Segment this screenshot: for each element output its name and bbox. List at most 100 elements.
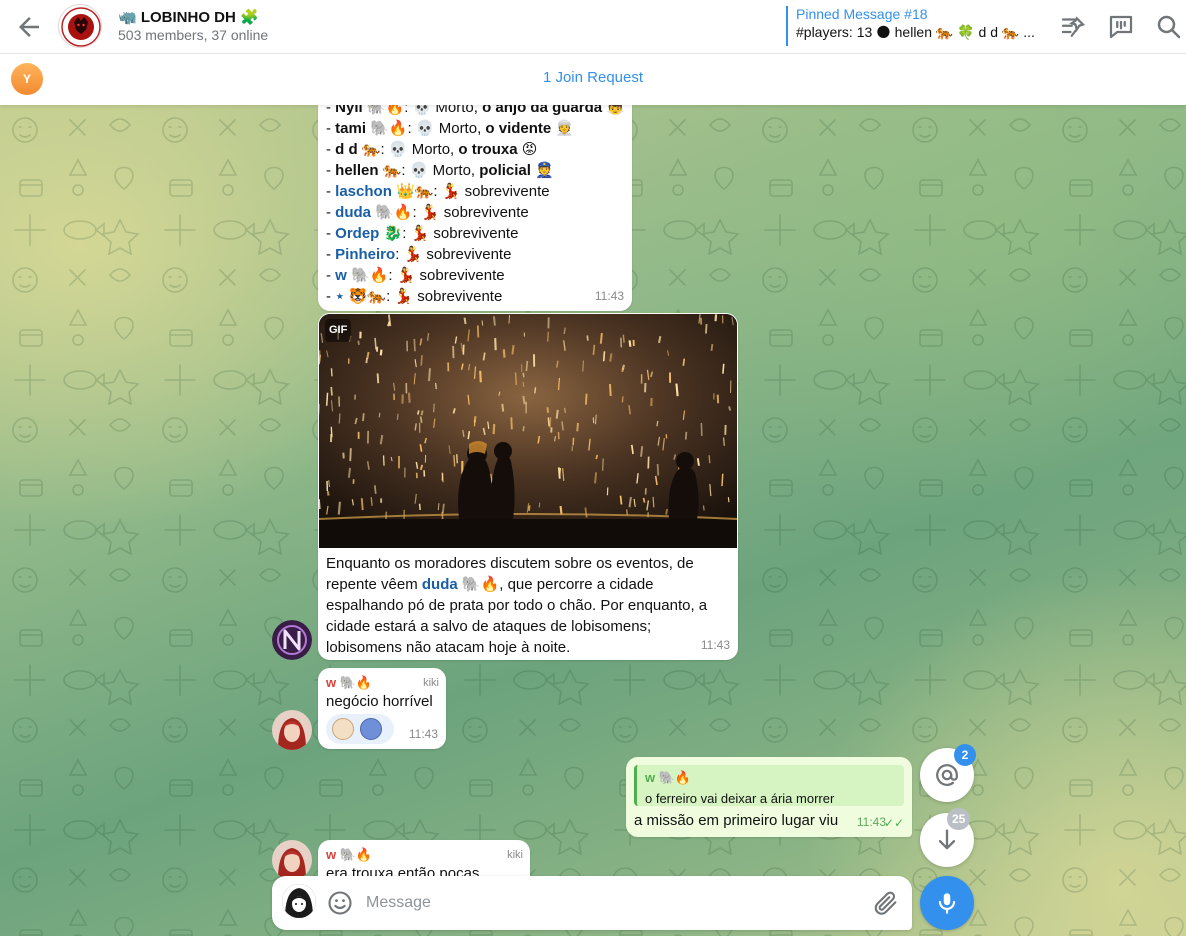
player-status: : 💃 sobrevivente <box>386 288 503 305</box>
spark <box>522 381 525 387</box>
member-count: 503 members, 37 online <box>118 27 269 43</box>
spark <box>455 454 459 464</box>
chat-history[interactable]: - Nyli 🐘🔥: 💀 Morto, o anjo da guarda 👼 - … <box>0 105 1186 936</box>
spark <box>675 383 679 397</box>
spark <box>723 437 725 446</box>
player-name[interactable]: Ordep <box>335 225 379 242</box>
spark <box>508 314 511 324</box>
user-avatar[interactable] <box>272 840 312 880</box>
spark <box>555 409 559 419</box>
spark <box>418 503 421 510</box>
user-avatar[interactable] <box>272 710 312 750</box>
spark <box>379 434 384 445</box>
gif-caption: Enquanto os moradores discutem sobre os … <box>326 553 730 658</box>
player-line: - tami 🐘🔥: 💀 Morto, o vidente 👳 <box>326 118 624 139</box>
player-name[interactable]: w <box>335 267 347 284</box>
player-role: o trouxa <box>458 141 518 158</box>
sender-name[interactable]: w 🐘🔥 <box>326 844 372 865</box>
spark <box>534 387 537 394</box>
send-as-avatar[interactable] <box>282 884 316 918</box>
paperclip-icon[interactable] <box>872 889 900 917</box>
bot-avatar[interactable] <box>272 620 312 660</box>
gif-message[interactable]: GIF Enquanto os moradores discutem sobre… <box>318 313 738 660</box>
chat-header: 🦏 LOBINHO DH 🧩 503 members, 37 online Pi… <box>0 0 1186 54</box>
reply-text: o ferreiro vai deixar a ária morrer <box>645 791 835 806</box>
player-emojis: 🐘🔥 <box>346 267 389 284</box>
caption-mention[interactable]: duda <box>422 576 458 593</box>
message-composer <box>272 876 912 930</box>
spark <box>510 417 513 430</box>
player-emojis: 🐘🔥 <box>362 105 405 116</box>
spark <box>463 317 467 325</box>
spark <box>656 463 660 476</box>
reply-sender: w 🐘🔥 <box>645 770 692 785</box>
user-message[interactable]: w 🐘🔥 kiki negócio horrível 11:43 <box>318 668 446 749</box>
spark <box>722 363 725 374</box>
spark <box>563 407 567 414</box>
sender-name[interactable]: w 🐘🔥 <box>326 672 372 693</box>
player-name[interactable]: duda <box>335 204 371 221</box>
spark <box>360 498 364 511</box>
player-line-prefix: - <box>326 141 336 158</box>
spark <box>584 507 588 518</box>
pinned-message[interactable]: Pinned Message #18 #players: 13 🌑 hellen… <box>786 6 1036 46</box>
search-icon[interactable] <box>1154 12 1184 42</box>
spark <box>325 392 329 406</box>
player-emojis: 🐅 <box>378 162 402 179</box>
player-line: - duda 🐘🔥: 💃 sobrevivente <box>326 202 624 223</box>
player-name[interactable]: laschon <box>335 183 392 200</box>
reply-quote[interactable]: w 🐘🔥 o ferreiro vai deixar a ária morrer <box>634 765 904 806</box>
own-message[interactable]: w 🐘🔥 o ferreiro vai deixar a ária morrer… <box>626 757 912 837</box>
spark <box>710 344 714 351</box>
spark <box>594 472 598 484</box>
spark <box>619 495 623 505</box>
voice-record-button[interactable] <box>920 876 974 930</box>
spark <box>407 392 411 403</box>
pinned-text: #players: 13 🌑 hellen 🐅 🍀 d d 🐅 ... <box>796 24 1035 40</box>
player-role: o vidente <box>485 120 552 137</box>
topics-icon[interactable] <box>1106 12 1136 42</box>
spark <box>714 314 718 322</box>
spark <box>599 332 603 344</box>
spark <box>319 499 321 510</box>
player-line: - w 🐘🔥: 💃 sobrevivente <box>326 265 624 286</box>
spark <box>413 338 416 352</box>
chat-title[interactable]: 🦏 LOBINHO DH 🧩 <box>118 8 259 26</box>
spark <box>453 455 456 467</box>
player-emojis: 🐅 <box>357 141 381 158</box>
player-status: : 💀 Morto, <box>404 105 483 116</box>
spark <box>665 508 669 515</box>
player-line-prefix: - <box>326 183 336 200</box>
spark <box>432 403 435 413</box>
back-arrow-icon[interactable] <box>14 12 44 42</box>
reactor-avatar <box>360 718 382 740</box>
at-sign-icon <box>936 764 958 786</box>
read-ticks-icon: ✓✓ <box>883 816 904 830</box>
player-name[interactable]: Pinheiro <box>335 246 395 263</box>
spark <box>554 436 556 442</box>
spark <box>328 480 331 488</box>
player-name: tami <box>335 120 367 137</box>
message-input[interactable] <box>366 888 846 918</box>
player-line-prefix: - <box>326 105 336 116</box>
player-status: : 💀 Morto, <box>401 162 480 179</box>
spark <box>374 337 377 350</box>
unpin-list-icon[interactable] <box>1058 12 1088 42</box>
spark <box>708 455 711 464</box>
player-name[interactable]: ⋆ <box>335 288 344 305</box>
spark <box>576 422 579 432</box>
reaction-bar[interactable] <box>326 714 394 744</box>
player-list: - Nyli 🐘🔥: 💀 Morto, o anjo da guarda 👼 - … <box>326 105 625 307</box>
spark <box>476 325 480 338</box>
spark <box>362 413 365 422</box>
emoji-icon[interactable] <box>326 889 354 917</box>
group-avatar[interactable] <box>58 4 102 48</box>
spark <box>658 335 662 344</box>
spark <box>330 386 333 396</box>
player-line: - d d 🐅: 💀 Morto, o trouxa 😡 <box>326 139 624 160</box>
spark <box>441 503 445 514</box>
join-request-link[interactable]: 1 Join Request <box>0 69 1186 86</box>
player-list-message[interactable]: - Nyli 🐘🔥: 💀 Morto, o anjo da guarda 👼 - … <box>318 105 632 311</box>
player-line-prefix: - <box>326 120 336 137</box>
gif-media[interactable]: GIF <box>319 314 737 548</box>
